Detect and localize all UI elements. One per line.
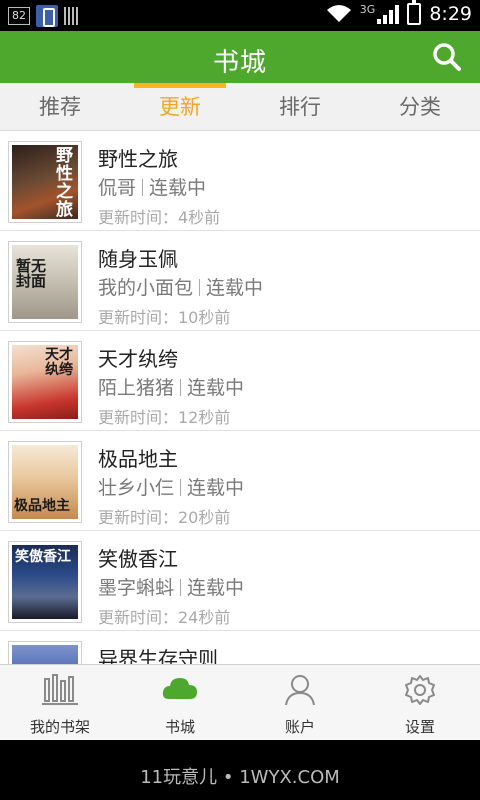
status-bar: 82 3G 8:29 [0,0,480,31]
nav-label: 账户 [284,718,315,736]
book-title: 笑傲香江 [98,547,178,571]
app-header: 书城 [0,31,480,83]
book-meta: 陌上猪猪 连载中 [98,373,244,400]
book-meta: 壮乡小仨 连载中 [98,473,244,500]
update-time: 更新时间：12秒前 [98,408,231,427]
category-tabs: 推荐 更新 排行 分类 [0,83,480,131]
book-status: 连载中 [149,177,207,199]
book-status: 连载中 [206,277,264,299]
book-status: 连载中 [187,577,245,599]
book-title: 随身玉佩 [98,247,178,271]
list-item[interactable]: 笑傲香江 笑傲香江 墨字蝌蚪 连载中 更新时间：24秒前 [0,531,480,631]
update-time: 更新时间：4秒前 [98,208,221,227]
list-item[interactable]: 异界生存守则 [0,631,480,664]
book-meta: 墨字蝌蚪 连载中 [98,573,244,600]
book-meta: 侃哥 连载中 [98,173,206,200]
cover-title: 天才纨绔 [45,347,73,378]
tab-updates[interactable]: 更新 [120,83,240,130]
network-type: 3G [359,2,376,16]
book-status: 连载中 [187,377,245,399]
book-title: 野性之旅 [98,147,178,171]
page-title: 书城 [212,48,267,78]
book-title: 异界生存守则 [98,647,218,664]
book-cover: 暂无封面 [8,241,82,323]
bookshelf-icon [42,674,78,705]
signal-icon [377,4,400,24]
cover-title: 笑傲香江 [15,549,71,565]
bottom-nav: 我的书架 书城 账户 设置 [0,664,480,740]
update-time: 更新时间：20秒前 [98,508,231,527]
tab-ranking[interactable]: 排行 [240,83,360,130]
book-author: 侃哥 [98,177,137,199]
tab-categories[interactable]: 分类 [360,83,480,130]
tab-recommend[interactable]: 推荐 [0,83,120,130]
gear-icon [405,675,435,705]
book-author: 我的小面包 [98,277,194,299]
book-cover: 极品地主 [8,441,82,523]
nav-account[interactable]: 账户 [240,665,360,740]
book-cover: 天才纨绔 [8,341,82,423]
book-author: 墨字蝌蚪 [98,577,175,599]
update-time: 更新时间：24秒前 [98,608,231,627]
update-time: 更新时间：10秒前 [98,308,231,327]
book-author: 陌上猪猪 [98,377,175,399]
list-item[interactable]: 极品地主 极品地主 壮乡小仨 连载中 更新时间：20秒前 [0,431,480,531]
phone-icon [36,5,58,27]
book-cover: 笑傲香江 [8,541,82,623]
book-author: 壮乡小仨 [98,477,175,499]
nav-label: 我的书架 [29,718,90,736]
book-meta: 我的小面包 连载中 [98,273,263,300]
cloud-icon [162,678,197,699]
list-item[interactable]: 暂无封面 随身玉佩 我的小面包 连载中 更新时间：10秒前 [0,231,480,331]
clock: 8:29 [429,3,472,25]
nav-bookshelf[interactable]: 我的书架 [0,665,120,740]
book-status: 连载中 [187,477,245,499]
notification-count: 82 [8,7,30,25]
battery-icon [407,0,422,25]
cover-title: 暂无封面 [16,257,47,290]
book-title: 极品地主 [98,447,178,471]
nav-bookstore[interactable]: 书城 [120,665,240,740]
book-cover: 野性之旅 [8,141,82,223]
book-cover [8,641,82,664]
barcode-icon [64,7,80,25]
book-list: 野性之旅 野性之旅 侃哥 连载中 更新时间：4秒前 暂无封面 随身玉佩 我的小面包… [0,131,480,664]
cover-title: 野性之旅 [56,146,73,219]
cover-title: 极品地主 [14,498,70,514]
nav-label: 书城 [164,718,195,736]
watermark: 11玩意儿 • 1WYX.COM [0,740,480,800]
nav-settings[interactable]: 设置 [360,665,480,740]
list-item[interactable]: 野性之旅 野性之旅 侃哥 连载中 更新时间：4秒前 [0,131,480,231]
book-title: 天才纨绔 [98,347,178,371]
user-icon [285,675,315,706]
search-icon[interactable] [432,42,462,72]
wifi-icon [326,5,351,22]
nav-label: 设置 [404,718,435,736]
list-item[interactable]: 天才纨绔 天才纨绔 陌上猪猪 连载中 更新时间：12秒前 [0,331,480,431]
